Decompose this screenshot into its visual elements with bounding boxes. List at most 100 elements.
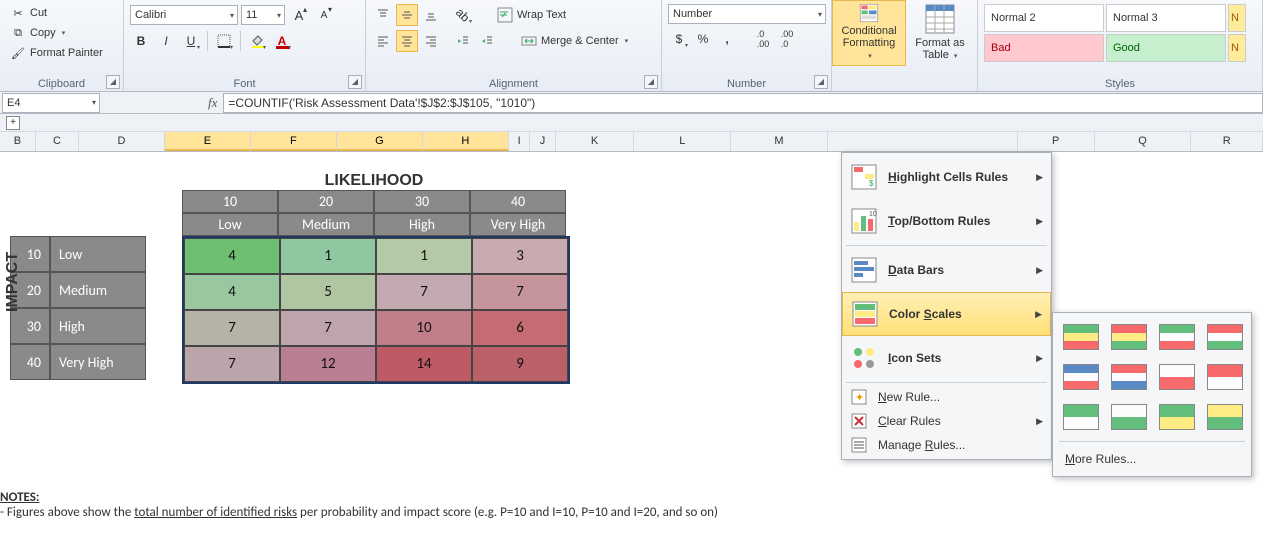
color-scale-preset-3[interactable]: [1203, 319, 1247, 355]
font-name-combo[interactable]: Calibri: [130, 5, 238, 25]
color-scale-preset-9[interactable]: [1107, 399, 1151, 435]
number-dialog-launcher[interactable]: ◢: [814, 75, 828, 89]
matrix-cell[interactable]: 7: [280, 310, 376, 346]
fill-color-button[interactable]: ▾: [246, 30, 268, 52]
color-scale-preset-11[interactable]: [1203, 399, 1247, 435]
align-middle-button[interactable]: [396, 4, 418, 26]
conditional-formatting-button[interactable]: Conditional Formatting ▾: [832, 0, 906, 66]
column-header-J[interactable]: J: [530, 132, 555, 151]
matrix-cell[interactable]: 7: [184, 310, 280, 346]
cf-clear-rules[interactable]: Clear Rules ▶: [842, 409, 1051, 433]
style-normal2[interactable]: Normal 2: [984, 4, 1104, 32]
color-scales-more-rules[interactable]: More Rules...: [1059, 448, 1245, 470]
cf-color-scales[interactable]: Color Scales ▶: [842, 292, 1051, 336]
percent-button[interactable]: %: [692, 28, 714, 50]
matrix-cell[interactable]: 5: [280, 274, 376, 310]
borders-button[interactable]: ▾: [213, 30, 235, 52]
matrix-cell[interactable]: 7: [472, 274, 568, 310]
number-format-combo[interactable]: Number: [668, 4, 826, 24]
align-left-button[interactable]: [372, 30, 394, 52]
column-header-M[interactable]: M: [731, 132, 828, 151]
worksheet[interactable]: LIKELIHOOD IMPACT 10203040 LowMediumHigh…: [0, 152, 1263, 532]
style-bad[interactable]: Bad: [984, 34, 1104, 62]
comma-button[interactable]: ,: [716, 28, 738, 50]
matrix-cell[interactable]: 4: [184, 238, 280, 274]
matrix-cell[interactable]: 1: [280, 238, 376, 274]
column-header-B[interactable]: B: [0, 132, 36, 151]
increase-indent-button[interactable]: [476, 30, 498, 52]
color-scale-preset-10[interactable]: [1155, 399, 1199, 435]
matrix-cell[interactable]: 10: [376, 310, 472, 346]
color-scale-preset-8[interactable]: [1059, 399, 1103, 435]
cut-button[interactable]: ✂ Cut: [8, 4, 105, 22]
cf-highlight-cells[interactable]: $ Highlight Cells Rules ▶: [842, 155, 1051, 199]
grow-font-button[interactable]: A▴: [288, 4, 310, 26]
style-normal3[interactable]: Normal 3: [1106, 4, 1226, 32]
column-header-L[interactable]: L: [634, 132, 731, 151]
style-partial2[interactable]: N: [1228, 34, 1246, 62]
font-dialog-launcher[interactable]: ◢: [348, 75, 362, 89]
matrix-cell[interactable]: 9: [472, 346, 568, 382]
column-header-P[interactable]: P: [1018, 132, 1095, 151]
cf-new-rule[interactable]: ✦ New Rule...: [842, 385, 1051, 409]
align-right-button[interactable]: [420, 30, 442, 52]
matrix-cell[interactable]: 1: [376, 238, 472, 274]
column-header-Q[interactable]: Q: [1095, 132, 1192, 151]
column-header-K[interactable]: K: [556, 132, 635, 151]
formula-input[interactable]: =COUNTIF('Risk Assessment Data'!$J$2:$J$…: [223, 93, 1263, 113]
color-scale-preset-7[interactable]: [1203, 359, 1247, 395]
outline-expand-button[interactable]: +: [6, 116, 20, 130]
format-as-table-button[interactable]: Format as Table ▾: [906, 0, 974, 66]
matrix-cell[interactable]: 7: [184, 346, 280, 382]
wrap-text-button[interactable]: Wrap Text: [490, 4, 573, 26]
decrease-indent-button[interactable]: [452, 30, 474, 52]
font-color-button[interactable]: A ▾: [271, 30, 293, 52]
column-header-D[interactable]: D: [79, 132, 165, 151]
column-header-G[interactable]: G: [337, 132, 423, 151]
align-center-button[interactable]: [396, 30, 418, 52]
cf-data-bars[interactable]: Data Bars ▶: [842, 248, 1051, 292]
decrease-decimal-button[interactable]: .00.0: [776, 28, 798, 50]
column-header-C[interactable]: C: [36, 132, 79, 151]
increase-decimal-button[interactable]: .0.00: [752, 28, 774, 50]
color-scale-preset-5[interactable]: [1107, 359, 1151, 395]
color-scale-preset-2[interactable]: [1155, 319, 1199, 355]
cf-manage-rules[interactable]: Manage Rules...: [842, 433, 1051, 457]
orientation-button[interactable]: ab▾: [452, 4, 474, 26]
column-header-R[interactable]: R: [1191, 132, 1263, 151]
color-scale-preset-6[interactable]: [1155, 359, 1199, 395]
matrix-cell[interactable]: 14: [376, 346, 472, 382]
underline-button[interactable]: U▾: [180, 30, 202, 52]
column-header-H[interactable]: H: [423, 132, 509, 151]
matrix-cell[interactable]: 12: [280, 346, 376, 382]
style-neutral-partial[interactable]: N: [1228, 4, 1246, 32]
bold-button[interactable]: B: [130, 30, 152, 52]
shrink-font-button[interactable]: A▾: [313, 4, 335, 26]
copy-button[interactable]: ⧉ Copy ▾: [8, 24, 105, 42]
matrix-cell[interactable]: 4: [184, 274, 280, 310]
font-size-combo[interactable]: 11: [241, 5, 285, 25]
column-header-E[interactable]: E: [165, 132, 251, 151]
matrix-cell[interactable]: 3: [472, 238, 568, 274]
column-header-blank[interactable]: [828, 132, 1018, 151]
fx-label[interactable]: fx: [202, 95, 223, 111]
align-top-button[interactable]: [372, 4, 394, 26]
clipboard-dialog-launcher[interactable]: ◢: [106, 75, 120, 89]
format-painter-button[interactable]: 🖌 Format Painter: [8, 44, 105, 62]
alignment-dialog-launcher[interactable]: ◢: [644, 75, 658, 89]
column-header-F[interactable]: F: [251, 132, 337, 151]
align-bottom-button[interactable]: [420, 4, 442, 26]
style-good[interactable]: Good: [1106, 34, 1226, 62]
column-header-I[interactable]: I: [509, 132, 531, 151]
matrix-cell[interactable]: 7: [376, 274, 472, 310]
matrix-cell[interactable]: 6: [472, 310, 568, 346]
merge-center-button[interactable]: Merge & Center ▾: [514, 30, 635, 52]
cf-icon-sets[interactable]: Icon Sets ▶: [842, 336, 1051, 380]
color-scale-preset-1[interactable]: [1107, 319, 1151, 355]
italic-button[interactable]: I: [155, 30, 177, 52]
color-scale-preset-0[interactable]: [1059, 319, 1103, 355]
accounting-format-button[interactable]: $▾: [668, 28, 690, 50]
cf-top-bottom[interactable]: 10 Top/Bottom Rules ▶: [842, 199, 1051, 243]
color-scale-preset-4[interactable]: [1059, 359, 1103, 395]
name-box[interactable]: E4: [2, 93, 100, 113]
